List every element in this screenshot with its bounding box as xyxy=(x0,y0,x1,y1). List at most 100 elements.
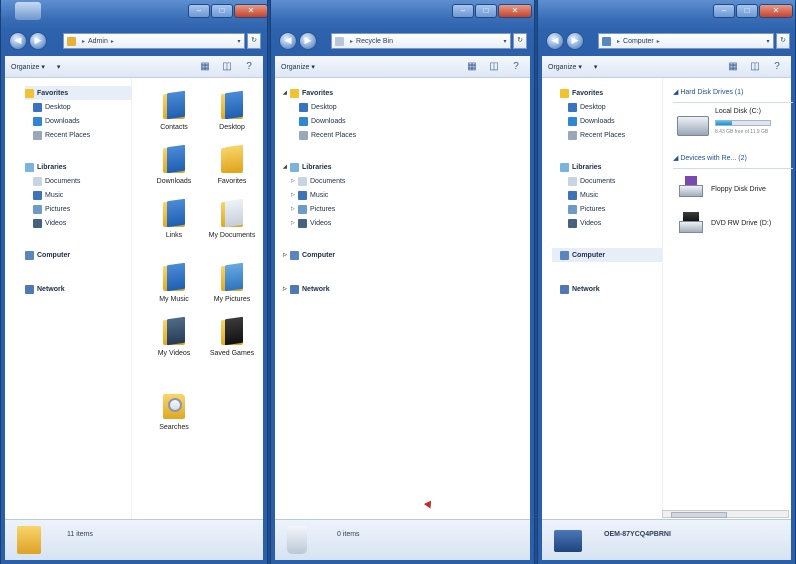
nav-favorites[interactable]: Favorites xyxy=(560,86,603,100)
folder-item[interactable]: Downloads xyxy=(148,144,200,186)
expand-arrow-icon[interactable]: ◢ xyxy=(283,90,289,96)
nav-documents[interactable]: ▷ Documents xyxy=(291,174,345,188)
nav-downloads[interactable]: Downloads xyxy=(33,114,80,128)
chevron-down-icon[interactable]: ▾ xyxy=(763,38,773,45)
nav-recent-places[interactable]: Recent Places xyxy=(299,128,356,142)
folder-item[interactable]: Links xyxy=(148,198,200,240)
organize-button[interactable]: Organize ▾ xyxy=(11,63,45,71)
nav-music[interactable]: Music xyxy=(568,188,598,202)
chevron-down-icon[interactable]: ▾ xyxy=(500,38,510,45)
organize-button[interactable]: Organize ▾ xyxy=(548,63,582,71)
title-bar[interactable]: – □ ✕ xyxy=(271,0,534,24)
title-bar[interactable]: – □ ✕ xyxy=(1,0,268,24)
title-bar[interactable]: – □ ✕ xyxy=(538,0,795,24)
breadcrumb-segment[interactable]: Recycle Bin xyxy=(356,38,393,45)
help-icon[interactable]: ? xyxy=(508,60,524,74)
help-icon[interactable]: ? xyxy=(241,60,257,74)
collapse-arrow-icon[interactable]: ▷ xyxy=(291,192,297,198)
minimize-button[interactable]: – xyxy=(188,4,210,18)
preview-pane-icon[interactable]: ◫ xyxy=(219,60,235,74)
collapse-arrow-icon[interactable]: ▷ xyxy=(291,178,297,184)
address-bar[interactable]: ▸ Recycle Bin ▾ xyxy=(331,33,511,49)
nav-desktop[interactable]: Desktop xyxy=(33,100,71,114)
address-bar[interactable]: ▸ Computer ▸ ▾ xyxy=(598,33,774,49)
nav-pictures[interactable]: ▷ Pictures xyxy=(291,202,335,216)
breadcrumb-segment[interactable]: Admin xyxy=(88,38,108,45)
nav-pictures[interactable]: Pictures xyxy=(568,202,605,216)
nav-downloads[interactable]: Downloads xyxy=(568,114,615,128)
refresh-button[interactable]: ↻ xyxy=(776,33,790,49)
collapse-arrow-icon[interactable]: ▷ xyxy=(283,286,289,292)
nav-network[interactable]: ▷ Network xyxy=(283,282,330,296)
dvd-drive-label[interactable]: DVD RW Drive (D:) xyxy=(711,220,771,227)
forward-button[interactable]: ▶ xyxy=(566,32,584,50)
preview-pane-icon[interactable]: ◫ xyxy=(486,60,502,74)
view-menu-button[interactable]: ▾ xyxy=(594,63,598,71)
nav-recent-places[interactable]: Recent Places xyxy=(568,128,625,142)
folder-item[interactable]: Saved Games xyxy=(206,316,258,358)
nav-favorites[interactable]: Favorites xyxy=(25,86,131,100)
folder-item[interactable]: Desktop xyxy=(206,90,258,132)
nav-music[interactable]: ▷ Music xyxy=(291,188,328,202)
local-disk-label[interactable]: Local Disk (C:) xyxy=(715,108,761,115)
expand-arrow-icon[interactable]: ◢ xyxy=(283,164,289,170)
nav-documents[interactable]: Documents xyxy=(568,174,615,188)
nav-documents[interactable]: Documents xyxy=(33,174,80,188)
folder-item[interactable]: Contacts xyxy=(148,90,200,132)
breadcrumb-segment[interactable]: Computer xyxy=(623,38,654,45)
maximize-button[interactable]: □ xyxy=(475,4,497,18)
nav-recent-places[interactable]: Recent Places xyxy=(33,128,90,142)
nav-music[interactable]: Music xyxy=(33,188,63,202)
forward-button[interactable]: ▶ xyxy=(29,32,47,50)
floppy-drive-label[interactable]: Floppy Disk Drive xyxy=(711,186,766,193)
removable-section-header[interactable]: ◢ Devices with Re... (2) xyxy=(673,154,747,162)
nav-libraries[interactable]: Libraries xyxy=(25,160,67,174)
folder-item[interactable]: My Music xyxy=(148,262,200,304)
preview-pane-icon[interactable]: ◫ xyxy=(747,60,763,74)
collapse-arrow-icon[interactable]: ▷ xyxy=(291,206,297,212)
nav-computer[interactable]: Computer xyxy=(25,248,70,262)
hard-disk-section-header[interactable]: ◢ Hard Disk Drives (1) xyxy=(673,88,743,96)
view-menu-button[interactable]: ▾ xyxy=(57,63,61,71)
back-button[interactable]: ◀ xyxy=(9,32,27,50)
nav-network[interactable]: Network xyxy=(560,282,600,296)
address-bar[interactable]: ▸ Admin ▸ ▾ xyxy=(63,33,245,49)
back-button[interactable]: ◀ xyxy=(279,32,297,50)
close-button[interactable]: ✕ xyxy=(234,4,268,18)
nav-network[interactable]: Network xyxy=(25,282,65,296)
nav-computer[interactable]: Computer xyxy=(552,248,662,262)
maximize-button[interactable]: □ xyxy=(211,4,233,18)
nav-computer[interactable]: ▷ Computer xyxy=(283,248,335,262)
nav-pictures[interactable]: Pictures xyxy=(33,202,70,216)
nav-videos[interactable]: Videos xyxy=(33,216,66,230)
collapse-arrow-icon[interactable]: ▷ xyxy=(291,220,297,226)
collapse-arrow-icon[interactable]: ▷ xyxy=(283,252,289,258)
back-button[interactable]: ◀ xyxy=(546,32,564,50)
help-icon[interactable]: ? xyxy=(769,60,785,74)
chevron-down-icon[interactable]: ▾ xyxy=(234,38,244,45)
minimize-button[interactable]: – xyxy=(713,4,735,18)
refresh-button[interactable]: ↻ xyxy=(513,33,527,49)
nav-libraries[interactable]: Libraries xyxy=(560,160,602,174)
refresh-button[interactable]: ↻ xyxy=(247,33,261,49)
nav-desktop[interactable]: Desktop xyxy=(299,100,337,114)
nav-videos[interactable]: Videos xyxy=(568,216,601,230)
folder-item[interactable]: Favorites xyxy=(206,144,258,186)
minimize-button[interactable]: – xyxy=(452,4,474,18)
nav-desktop[interactable]: Desktop xyxy=(568,100,606,114)
close-button[interactable]: ✕ xyxy=(498,4,532,18)
folder-item[interactable]: My Videos xyxy=(148,316,200,358)
nav-downloads[interactable]: Downloads xyxy=(299,114,346,128)
change-view-icon[interactable]: ▦ xyxy=(464,60,480,74)
nav-videos[interactable]: ▷ Videos xyxy=(291,216,331,230)
folder-item[interactable]: My Documents xyxy=(206,198,258,240)
change-view-icon[interactable]: ▦ xyxy=(725,60,741,74)
forward-button[interactable]: ▶ xyxy=(299,32,317,50)
horizontal-scrollbar[interactable] xyxy=(662,510,789,518)
scrollbar-thumb[interactable] xyxy=(671,512,727,518)
organize-button[interactable]: Organize ▾ xyxy=(281,63,315,71)
nav-favorites[interactable]: ◢ Favorites xyxy=(283,86,333,100)
folder-item[interactable]: My Pictures xyxy=(206,262,258,304)
maximize-button[interactable]: □ xyxy=(736,4,758,18)
folder-item[interactable]: Searches xyxy=(148,390,200,432)
